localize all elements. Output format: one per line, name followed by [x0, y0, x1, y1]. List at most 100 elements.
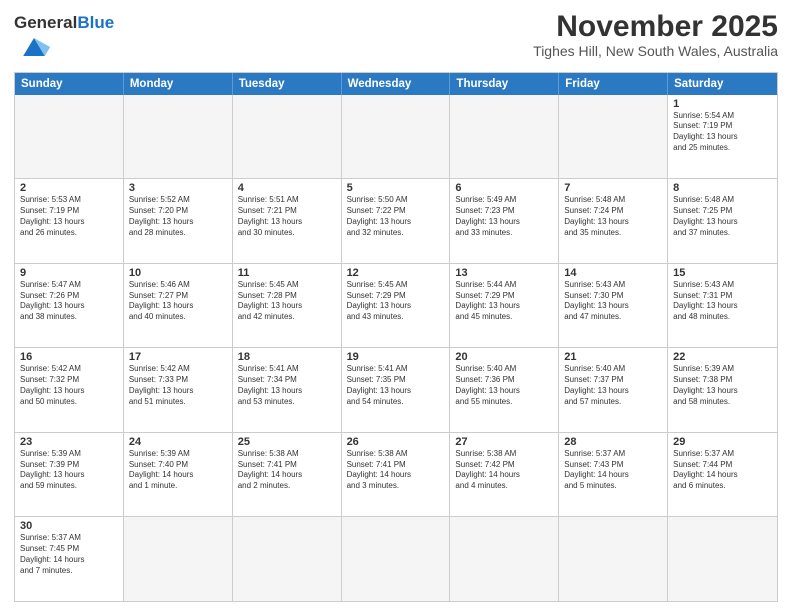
day-headers: SundayMondayTuesdayWednesdayThursdayFrid…: [15, 73, 777, 95]
calendar-cell: 1Sunrise: 5:54 AM Sunset: 7:19 PM Daylig…: [668, 95, 777, 179]
calendar-cell: 13Sunrise: 5:44 AM Sunset: 7:29 PM Dayli…: [450, 264, 559, 348]
cell-info: Sunrise: 5:38 AM Sunset: 7:41 PM Dayligh…: [347, 449, 445, 492]
cell-day-number: 3: [129, 182, 227, 194]
calendar-cell: 18Sunrise: 5:41 AM Sunset: 7:34 PM Dayli…: [233, 348, 342, 432]
calendar-cell: 19Sunrise: 5:41 AM Sunset: 7:35 PM Dayli…: [342, 348, 451, 432]
cell-day-number: 9: [20, 267, 118, 279]
calendar: SundayMondayTuesdayWednesdayThursdayFrid…: [14, 72, 778, 602]
cell-info: Sunrise: 5:37 AM Sunset: 7:45 PM Dayligh…: [20, 533, 118, 576]
calendar-row: 2Sunrise: 5:53 AM Sunset: 7:19 PM Daylig…: [15, 179, 777, 264]
cell-day-number: 10: [129, 267, 227, 279]
day-header: Monday: [124, 73, 233, 95]
calendar-cell: [450, 95, 559, 179]
cell-info: Sunrise: 5:51 AM Sunset: 7:21 PM Dayligh…: [238, 195, 336, 238]
cell-info: Sunrise: 5:54 AM Sunset: 7:19 PM Dayligh…: [673, 111, 772, 154]
cell-info: Sunrise: 5:45 AM Sunset: 7:28 PM Dayligh…: [238, 280, 336, 323]
cell-day-number: 1: [673, 98, 772, 110]
location: Tighes Hill, New South Wales, Australia: [533, 43, 778, 59]
calendar-cell: 27Sunrise: 5:38 AM Sunset: 7:42 PM Dayli…: [450, 433, 559, 517]
cell-day-number: 12: [347, 267, 445, 279]
cell-info: Sunrise: 5:43 AM Sunset: 7:30 PM Dayligh…: [564, 280, 662, 323]
cell-info: Sunrise: 5:41 AM Sunset: 7:35 PM Dayligh…: [347, 364, 445, 407]
cell-day-number: 16: [20, 351, 118, 363]
calendar-cell: 17Sunrise: 5:42 AM Sunset: 7:33 PM Dayli…: [124, 348, 233, 432]
cell-day-number: 29: [673, 436, 772, 448]
calendar-body: 1Sunrise: 5:54 AM Sunset: 7:19 PM Daylig…: [15, 95, 777, 601]
cell-info: Sunrise: 5:52 AM Sunset: 7:20 PM Dayligh…: [129, 195, 227, 238]
logo: GeneralBlue: [14, 14, 114, 66]
cell-info: Sunrise: 5:39 AM Sunset: 7:38 PM Dayligh…: [673, 364, 772, 407]
cell-info: Sunrise: 5:49 AM Sunset: 7:23 PM Dayligh…: [455, 195, 553, 238]
logo-general: General: [14, 13, 77, 32]
cell-day-number: 27: [455, 436, 553, 448]
title-block: November 2025 Tighes Hill, New South Wal…: [533, 10, 778, 59]
calendar-cell: [124, 95, 233, 179]
calendar-row: 23Sunrise: 5:39 AM Sunset: 7:39 PM Dayli…: [15, 433, 777, 518]
calendar-cell: 11Sunrise: 5:45 AM Sunset: 7:28 PM Dayli…: [233, 264, 342, 348]
calendar-cell: [559, 517, 668, 601]
cell-info: Sunrise: 5:53 AM Sunset: 7:19 PM Dayligh…: [20, 195, 118, 238]
cell-info: Sunrise: 5:48 AM Sunset: 7:24 PM Dayligh…: [564, 195, 662, 238]
cell-day-number: 23: [20, 436, 118, 448]
logo-blue: Blue: [77, 13, 114, 32]
calendar-cell: 22Sunrise: 5:39 AM Sunset: 7:38 PM Dayli…: [668, 348, 777, 432]
calendar-cell: [450, 517, 559, 601]
calendar-cell: 2Sunrise: 5:53 AM Sunset: 7:19 PM Daylig…: [15, 179, 124, 263]
month-title: November 2025: [533, 10, 778, 43]
calendar-cell: 28Sunrise: 5:37 AM Sunset: 7:43 PM Dayli…: [559, 433, 668, 517]
calendar-cell: 21Sunrise: 5:40 AM Sunset: 7:37 PM Dayli…: [559, 348, 668, 432]
logo-icon: [16, 33, 52, 61]
cell-day-number: 7: [564, 182, 662, 194]
calendar-cell: 12Sunrise: 5:45 AM Sunset: 7:29 PM Dayli…: [342, 264, 451, 348]
calendar-cell: [233, 95, 342, 179]
cell-info: Sunrise: 5:38 AM Sunset: 7:42 PM Dayligh…: [455, 449, 553, 492]
calendar-cell: 9Sunrise: 5:47 AM Sunset: 7:26 PM Daylig…: [15, 264, 124, 348]
cell-info: Sunrise: 5:42 AM Sunset: 7:32 PM Dayligh…: [20, 364, 118, 407]
day-header: Friday: [559, 73, 668, 95]
cell-day-number: 20: [455, 351, 553, 363]
cell-day-number: 19: [347, 351, 445, 363]
day-header: Thursday: [450, 73, 559, 95]
cell-day-number: 5: [347, 182, 445, 194]
cell-day-number: 8: [673, 182, 772, 194]
calendar-cell: 14Sunrise: 5:43 AM Sunset: 7:30 PM Dayli…: [559, 264, 668, 348]
cell-info: Sunrise: 5:45 AM Sunset: 7:29 PM Dayligh…: [347, 280, 445, 323]
header: GeneralBlue November 2025 Tighes Hill, N…: [14, 10, 778, 66]
calendar-cell: 25Sunrise: 5:38 AM Sunset: 7:41 PM Dayli…: [233, 433, 342, 517]
cell-day-number: 6: [455, 182, 553, 194]
cell-day-number: 17: [129, 351, 227, 363]
cell-info: Sunrise: 5:46 AM Sunset: 7:27 PM Dayligh…: [129, 280, 227, 323]
cell-day-number: 15: [673, 267, 772, 279]
day-header: Tuesday: [233, 73, 342, 95]
cell-info: Sunrise: 5:38 AM Sunset: 7:41 PM Dayligh…: [238, 449, 336, 492]
calendar-cell: [15, 95, 124, 179]
cell-info: Sunrise: 5:42 AM Sunset: 7:33 PM Dayligh…: [129, 364, 227, 407]
calendar-cell: 20Sunrise: 5:40 AM Sunset: 7:36 PM Dayli…: [450, 348, 559, 432]
calendar-cell: [668, 517, 777, 601]
calendar-cell: 5Sunrise: 5:50 AM Sunset: 7:22 PM Daylig…: [342, 179, 451, 263]
cell-day-number: 13: [455, 267, 553, 279]
calendar-cell: [342, 517, 451, 601]
calendar-cell: 8Sunrise: 5:48 AM Sunset: 7:25 PM Daylig…: [668, 179, 777, 263]
cell-info: Sunrise: 5:37 AM Sunset: 7:44 PM Dayligh…: [673, 449, 772, 492]
cell-info: Sunrise: 5:43 AM Sunset: 7:31 PM Dayligh…: [673, 280, 772, 323]
calendar-cell: [342, 95, 451, 179]
cell-day-number: 28: [564, 436, 662, 448]
calendar-cell: 3Sunrise: 5:52 AM Sunset: 7:20 PM Daylig…: [124, 179, 233, 263]
cell-info: Sunrise: 5:50 AM Sunset: 7:22 PM Dayligh…: [347, 195, 445, 238]
cell-day-number: 18: [238, 351, 336, 363]
day-header: Sunday: [15, 73, 124, 95]
cell-day-number: 14: [564, 267, 662, 279]
calendar-cell: [559, 95, 668, 179]
calendar-cell: 29Sunrise: 5:37 AM Sunset: 7:44 PM Dayli…: [668, 433, 777, 517]
calendar-row: 9Sunrise: 5:47 AM Sunset: 7:26 PM Daylig…: [15, 264, 777, 349]
cell-day-number: 24: [129, 436, 227, 448]
cell-day-number: 11: [238, 267, 336, 279]
calendar-cell: 30Sunrise: 5:37 AM Sunset: 7:45 PM Dayli…: [15, 517, 124, 601]
cell-day-number: 25: [238, 436, 336, 448]
calendar-cell: 10Sunrise: 5:46 AM Sunset: 7:27 PM Dayli…: [124, 264, 233, 348]
page: GeneralBlue November 2025 Tighes Hill, N…: [0, 0, 792, 612]
calendar-cell: 7Sunrise: 5:48 AM Sunset: 7:24 PM Daylig…: [559, 179, 668, 263]
day-header: Wednesday: [342, 73, 451, 95]
calendar-cell: 16Sunrise: 5:42 AM Sunset: 7:32 PM Dayli…: [15, 348, 124, 432]
